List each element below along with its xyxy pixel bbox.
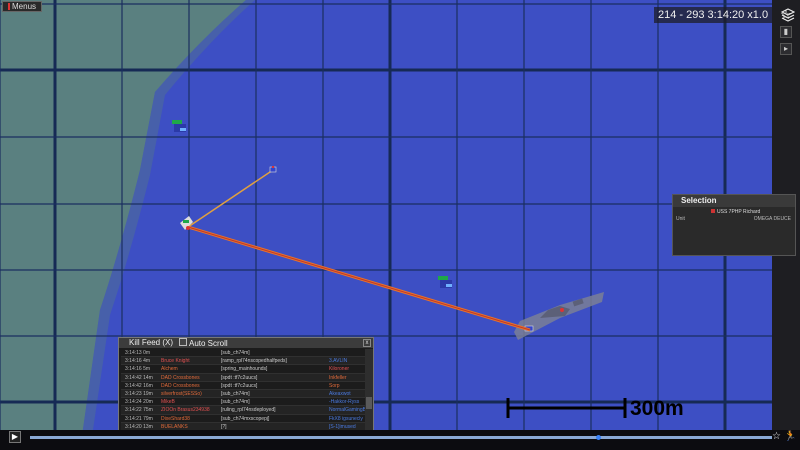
selection-row[interactable]: USS 7PHP Richard Unit OMEGA DEUCE (673, 207, 795, 222)
kill-feed-title: Kill Feed (X) (129, 338, 174, 347)
play-icon[interactable]: ▶ (9, 431, 21, 443)
weapon-name: [ruling_rpl74nsdeployed] (221, 407, 276, 414)
infantry-filter-icon[interactable]: ▮ (780, 26, 792, 38)
kill-feed-row[interactable]: 3:14:42 14m DAD Crossbones [spdt :tf7c2uuc… (121, 373, 365, 382)
scale-label: 300m (630, 397, 684, 420)
kill-feed-scrollbar[interactable] (365, 349, 373, 431)
menus-button[interactable]: Menus (2, 1, 43, 12)
kill-feed-header[interactable]: Kill Feed (X) Auto Scroll x (119, 338, 373, 348)
kill-feed-row[interactable]: 3:14:16 4m Bruce Knight [ramp_rpl74nscoped… (121, 357, 365, 366)
kill-feed-row[interactable]: 3:14:16 5m Alchem [spring_mainhounds] Kilor… (121, 365, 365, 374)
time-position-readout: 214 - 293 3:14:20 x1.0 (654, 7, 773, 23)
vehicle-filter-icon[interactable]: ▸ (780, 43, 792, 55)
timeline-track[interactable] (30, 436, 772, 439)
bookmark-star-icon[interactable]: ☆ (772, 431, 781, 442)
timeline-bar (0, 430, 800, 450)
victim-name: Akeaxwot (329, 390, 351, 397)
victim-name: 3.AVLIN (329, 358, 348, 365)
kill-feed-row[interactable]: 3:14:23 19m silverfrost(SESSo) [sub_ch74m]… (121, 389, 365, 399)
victim-name: Sorp (329, 382, 340, 389)
selected-unit-name: USS 7PHP Richard (711, 209, 760, 215)
kill-time: 3:14:42 14m (125, 374, 153, 381)
auto-scroll-checkbox[interactable]: Auto Scroll (179, 338, 228, 349)
weapon-name: [spdt :tf7c2uucs] (221, 382, 258, 389)
kill-feed-window: Kill Feed (X) Auto Scroll x 3:14:13 0m [s… (118, 337, 374, 431)
kill-feed-row[interactable]: 3:14:42 16m DAD Crossbones [spdt :tf7c2uuc… (121, 382, 365, 390)
victim-name: FkX8 igsunecly (329, 415, 363, 422)
kill-time: 3:14:21 79m (125, 415, 153, 422)
killer-name: MikeB (161, 399, 175, 406)
selection-title: Selection (673, 195, 795, 207)
selected-unit-owner: OMEGA DEUCE (753, 216, 791, 222)
victim-name: Inkfeller (329, 374, 347, 381)
enemy-marker[interactable] (269, 166, 277, 173)
killer-name: Bruce Knight (161, 358, 190, 365)
kill-time: 3:14:23 19m (125, 390, 153, 397)
weapon-name: [sub_ch74m] (221, 390, 250, 397)
killer-name: DAD Crossbones (161, 382, 200, 389)
weapon-name: [ramp_rpl74nscopedhalfpeds] (221, 358, 287, 365)
kill-time: 3:14:22 75m (125, 407, 153, 414)
selected-unit-type: Unit (676, 216, 685, 222)
killer-name: Alchem (161, 366, 178, 373)
speed-runner-icon[interactable]: 🏃 (784, 431, 796, 442)
victim-name: Kiloroner (329, 366, 350, 373)
kill-time: 3:14:24 20m (125, 399, 153, 406)
killer-name: DixeShard38 (161, 415, 190, 422)
weapon-name: [spring_mainhounds] (221, 366, 268, 373)
selection-panel: Selection USS 7PHP Richard Unit OMEGA DE… (672, 194, 796, 256)
kill-feed-row[interactable]: 3:14:24 20m MikeB [sub_ch74m] -Hakkor-Ryss (121, 398, 365, 407)
kill-feed-row[interactable]: 3:14:22 75m ZIOOn Brasus234938 [ruling_rpl… (121, 406, 365, 415)
weapon-name: [sub_ch74mxscopepj] (221, 415, 270, 422)
kill-time: 3:14:13 0m (125, 350, 151, 356)
weapon-name: [spdt :tf7c2uucs] (221, 374, 258, 381)
killer-name: DAD Crossbones (161, 374, 200, 381)
layers-icon[interactable] (779, 6, 797, 24)
kill-feed-list: 3:14:13 0m [sub_ch74m] 3:14:16 4m Bruce Kni… (121, 349, 365, 431)
victim-name: NormalGamingBr (329, 407, 365, 414)
kill-time: 3:14:16 5m (125, 366, 151, 373)
weapon-name: [sub_ch74m] (221, 399, 250, 406)
killer-name: ZIOOn Brasus234938 (161, 407, 210, 414)
killer-name: silverfrost(SESSo) (161, 390, 202, 397)
kill-feed-row[interactable]: 3:14:13 0m [sub_ch74m] (121, 349, 365, 358)
close-icon[interactable]: x (363, 339, 371, 347)
kill-feed-row[interactable]: 3:14:21 79m DixeShard38 [sub_ch74mxscopepj… (121, 415, 365, 423)
kill-time: 3:14:42 16m (125, 382, 153, 389)
victim-name: -Hakkor-Ryss (329, 399, 360, 406)
timeline-thumb[interactable] (595, 435, 601, 440)
kill-time: 3:14:16 4m (125, 358, 151, 365)
weapon-name: [sub_ch74m] (221, 350, 250, 356)
